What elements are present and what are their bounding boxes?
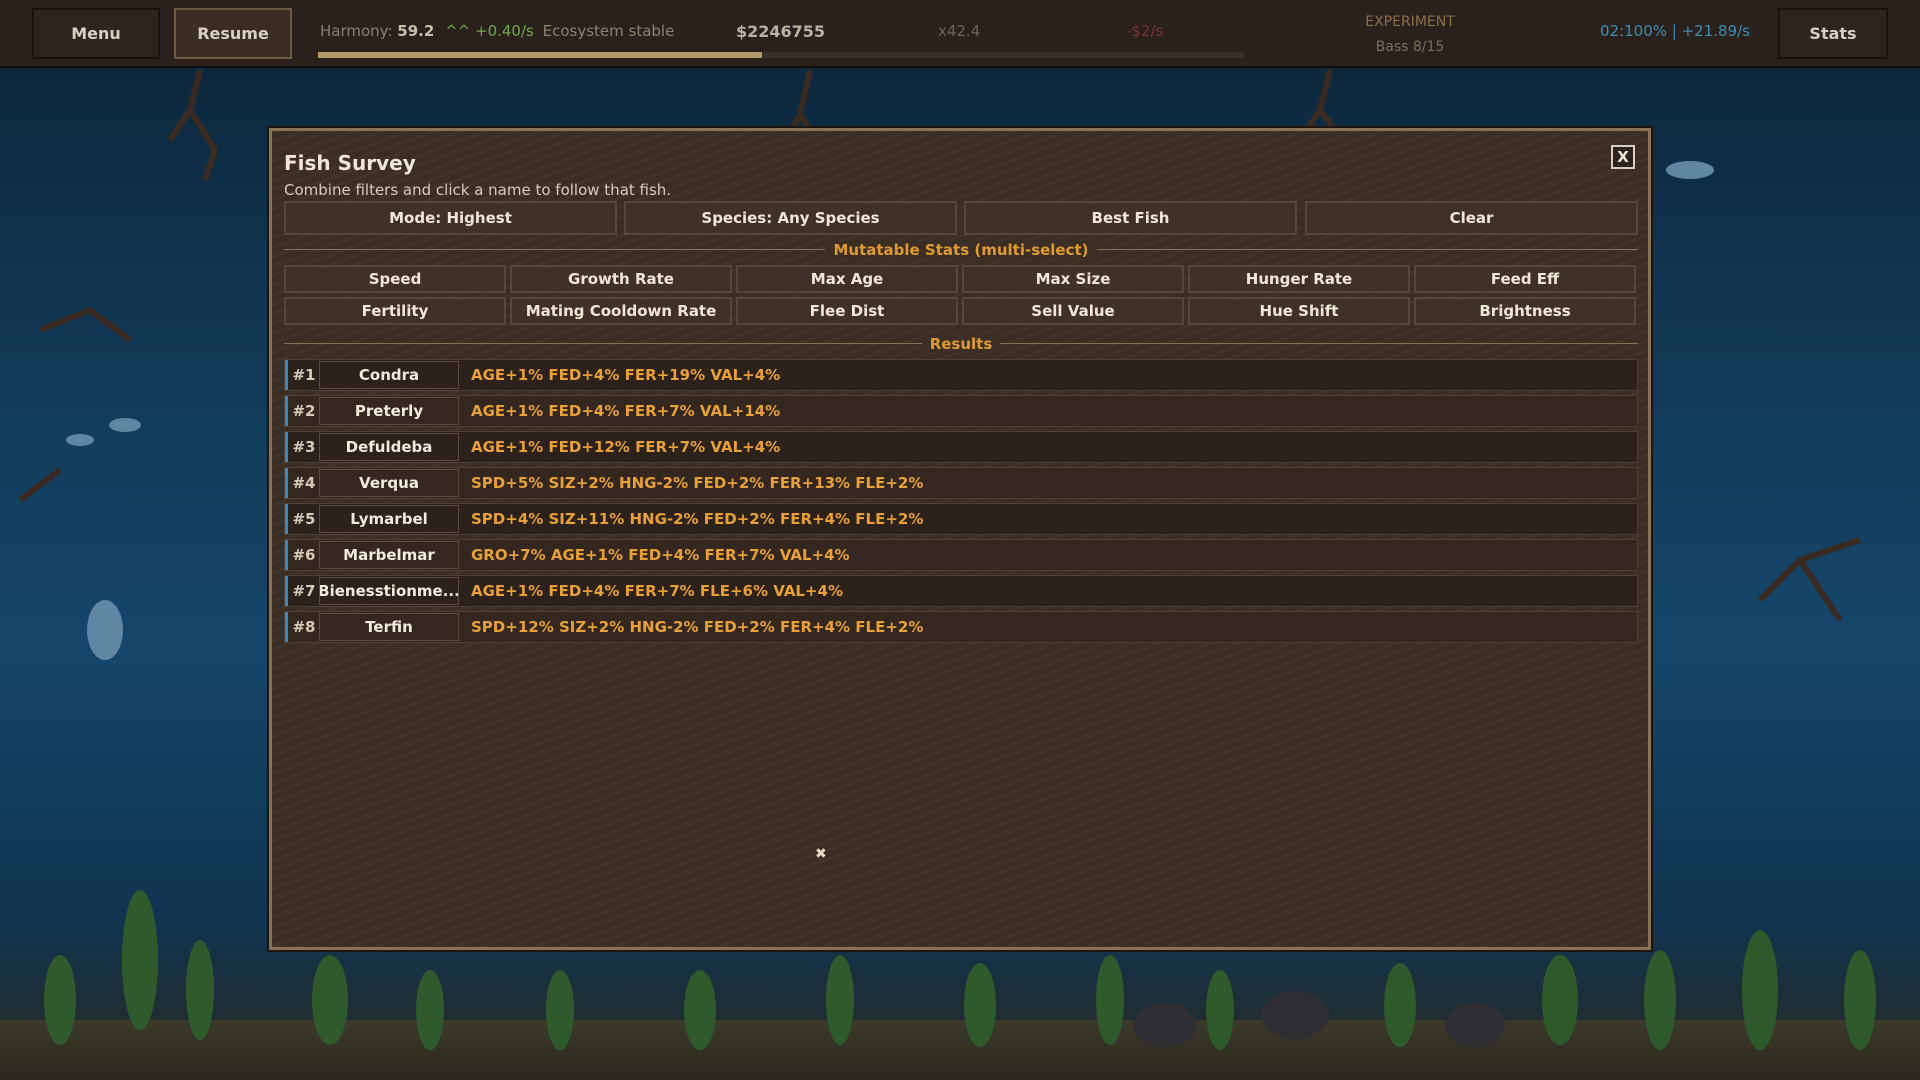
stat-sell-value-button[interactable]: Sell Value xyxy=(962,297,1184,325)
experiment-title: EXPERIMENT xyxy=(1365,14,1455,30)
stats-button[interactable]: Stats xyxy=(1778,8,1888,59)
cursor-icon: ✖ xyxy=(815,846,827,862)
result-stats: AGE+1% FED+4% FER+7% VAL+14% xyxy=(471,402,781,420)
stat-feed-eff-button[interactable]: Feed Eff xyxy=(1414,265,1636,293)
result-row: #5 Lymarbel SPD+4% SIZ+11% HNG-2% FED+2%… xyxy=(284,503,1638,535)
result-row: #6 Marbelmar GRO+7% AGE+1% FED+4% FER+7%… xyxy=(284,539,1638,571)
result-rank: #7 xyxy=(292,582,316,600)
stat-brightness-button[interactable]: Brightness xyxy=(1414,297,1636,325)
result-fish-name[interactable]: Verqua xyxy=(319,469,459,497)
result-stats: GRO+7% AGE+1% FED+4% FER+7% VAL+4% xyxy=(471,546,850,564)
result-row: #4 Verqua SPD+5% SIZ+2% HNG-2% FED+2% FE… xyxy=(284,467,1638,499)
harmony-rate: ^^ +0.40/s xyxy=(445,22,534,40)
stat-speed-button[interactable]: Speed xyxy=(284,265,506,293)
harmony-status: Ecosystem stable xyxy=(542,22,675,40)
dialog-title: Fish Survey xyxy=(284,151,416,175)
fish-survey-dialog: Fish Survey Combine filters and click a … xyxy=(269,128,1651,950)
menu-button[interactable]: Menu xyxy=(32,8,160,59)
harmony-readout: Harmony: 59.2 ^^ +0.40/s Ecosystem stabl… xyxy=(320,22,674,40)
multiplier-value: x42.4 xyxy=(938,22,981,40)
result-fish-name[interactable]: Preterly xyxy=(319,397,459,425)
stat-hunger-rate-button[interactable]: Hunger Rate xyxy=(1188,265,1410,293)
result-row: #8 Terfin SPD+12% SIZ+2% HNG-2% FED+2% F… xyxy=(284,611,1638,643)
result-fish-name[interactable]: Condra xyxy=(319,361,459,389)
result-stats: SPD+12% SIZ+2% HNG-2% FED+2% FER+4% FLE+… xyxy=(471,618,924,636)
experiment-progress: Bass 8/15 xyxy=(1375,39,1445,55)
result-stats: AGE+1% FED+12% FER+7% VAL+4% xyxy=(471,438,781,456)
stat-max-size-button[interactable]: Max Size xyxy=(962,265,1184,293)
result-stats: SPD+4% SIZ+11% HNG-2% FED+2% FER+4% FLE+… xyxy=(471,510,924,528)
species-filter-button[interactable]: Species: Any Species xyxy=(624,201,957,235)
harmony-value: 59.2 xyxy=(397,22,435,40)
result-rank: #3 xyxy=(292,438,316,456)
result-fish-name[interactable]: Terfin xyxy=(319,613,459,641)
results-divider: Results xyxy=(284,335,1638,353)
stat-growth-rate-button[interactable]: Growth Rate xyxy=(510,265,732,293)
timer-readout: 02:100% | +21.89/s xyxy=(1600,22,1750,40)
mutable-stats-divider: Mutatable Stats (multi-select) xyxy=(284,241,1638,259)
result-rank: #1 xyxy=(292,366,316,384)
result-row: #1 Condra AGE+1% FED+4% FER+19% VAL+4% xyxy=(284,359,1638,391)
mode-filter-button[interactable]: Mode: Highest xyxy=(284,201,617,235)
result-row: #2 Preterly AGE+1% FED+4% FER+7% VAL+14% xyxy=(284,395,1638,427)
money-value: $2246755 xyxy=(736,22,826,41)
result-fish-name[interactable]: Bienesstionme... xyxy=(319,577,459,605)
best-fish-button[interactable]: Best Fish xyxy=(964,201,1297,235)
result-fish-name[interactable]: Lymarbel xyxy=(319,505,459,533)
result-rank: #5 xyxy=(292,510,316,528)
experiment-panel: EXPERIMENT Bass 8/15 xyxy=(1330,10,1490,60)
stat-hue-shift-button[interactable]: Hue Shift xyxy=(1188,297,1410,325)
result-fish-name[interactable]: Defuldeba xyxy=(319,433,459,461)
harmony-label: Harmony: xyxy=(320,22,393,40)
close-button[interactable]: X xyxy=(1611,145,1635,169)
result-row: #3 Defuldeba AGE+1% FED+12% FER+7% VAL+4… xyxy=(284,431,1638,463)
result-rank: #8 xyxy=(292,618,316,636)
harmony-progress-fill xyxy=(318,52,763,58)
stat-max-age-button[interactable]: Max Age xyxy=(736,265,958,293)
mutable-stats-heading: Mutatable Stats (multi-select) xyxy=(825,241,1097,259)
result-row: #7 Bienesstionme... AGE+1% FED+4% FER+7%… xyxy=(284,575,1638,607)
clear-button[interactable]: Clear xyxy=(1305,201,1638,235)
result-rank: #4 xyxy=(292,474,316,492)
result-rank: #2 xyxy=(292,402,316,420)
stat-fertility-button[interactable]: Fertility xyxy=(284,297,506,325)
harmony-progress-bar xyxy=(318,52,1244,58)
result-stats: AGE+1% FED+4% FER+7% FLE+6% VAL+4% xyxy=(471,582,844,600)
result-stats: AGE+1% FED+4% FER+19% VAL+4% xyxy=(471,366,781,384)
harmony-panel: Harmony: 59.2 ^^ +0.40/s Ecosystem stabl… xyxy=(318,14,1244,60)
sand-floor xyxy=(0,1020,1920,1080)
result-stats: SPD+5% SIZ+2% HNG-2% FED+2% FER+13% FLE+… xyxy=(471,474,924,492)
money-rate: -$2/s xyxy=(1126,22,1164,40)
dialog-subtitle: Combine filters and click a name to foll… xyxy=(284,181,672,199)
stat-flee-dist-button[interactable]: Flee Dist xyxy=(736,297,958,325)
resume-button[interactable]: Resume xyxy=(174,8,292,59)
top-bar: Menu Resume Harmony: 59.2 ^^ +0.40/s Eco… xyxy=(0,0,1920,68)
stat-mating-cooldown-button[interactable]: Mating Cooldown Rate xyxy=(510,297,732,325)
result-fish-name[interactable]: Marbelmar xyxy=(319,541,459,569)
results-heading: Results xyxy=(921,335,1001,353)
result-rank: #6 xyxy=(292,546,316,564)
